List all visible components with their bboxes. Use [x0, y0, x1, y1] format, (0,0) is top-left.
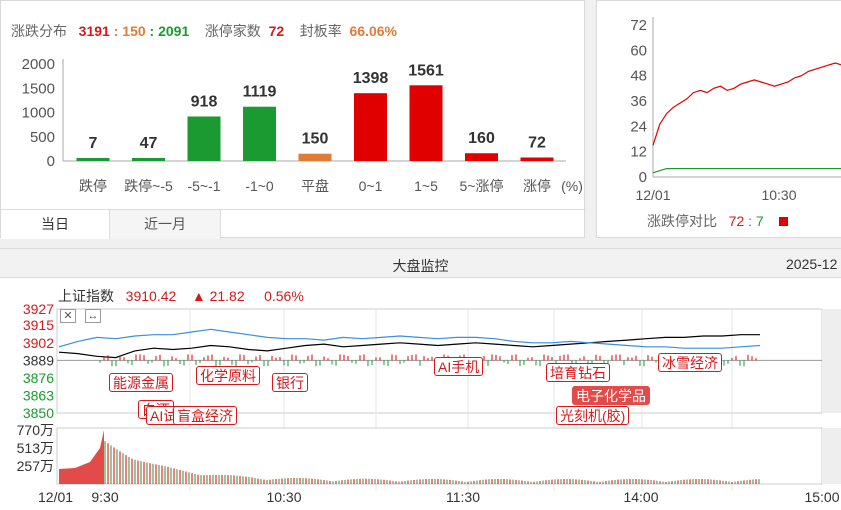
concept-tag[interactable]: 盲盒经济	[173, 406, 237, 425]
bar-value-label: 72	[528, 135, 546, 152]
y-tick-label: 48	[630, 68, 647, 85]
y-tick-label: 513万	[17, 440, 54, 456]
x-tick-label: -5~-1	[187, 178, 220, 194]
x-tick-label: 平盘	[301, 178, 329, 194]
limit-compare-legend: 涨跌停对比 72 : 7	[647, 211, 789, 231]
y-tick-label: 1000	[22, 105, 55, 122]
limit-compare-chart: 72 60 48 36 24 12 012/01 10:30	[630, 17, 841, 203]
concept-tag[interactable]: AI手机	[434, 357, 484, 376]
bar-value-label: 160	[468, 130, 495, 147]
tab-month[interactable]: 近一月	[109, 210, 221, 239]
unit-label: (%)	[561, 178, 583, 194]
x-tick-label: 跌停	[79, 178, 107, 194]
y-tick-label: 72	[630, 17, 647, 34]
concept-tag[interactable]: 银行	[272, 373, 308, 392]
bar	[298, 153, 332, 161]
bar-value-label: 150	[302, 131, 329, 148]
period-tabs: 当日 近一月	[1, 209, 586, 240]
limit-compare-panel: 72 60 48 36 24 12 0 12/01 10:30 涨跌停对比 72 : 7	[596, 0, 841, 238]
bar	[354, 93, 387, 161]
monitor-header: 大盘监控 2025-12	[0, 249, 841, 278]
y-tick-label: 3927	[23, 301, 54, 317]
bar	[409, 85, 443, 161]
x-tick-label: 12/01	[38, 489, 73, 505]
y-tick-label: 2000	[22, 56, 55, 73]
series-line	[652, 62, 841, 146]
bar-value-label: 1119	[243, 84, 277, 101]
x-tick-label: 12/01	[635, 187, 670, 203]
concept-tag[interactable]: 光刻机(胶)	[556, 406, 630, 425]
y-tick-label: 24	[630, 118, 647, 135]
y-tick-label: 60	[630, 42, 647, 59]
bar-value-label: 918	[191, 93, 218, 110]
y-tick-label: 3902	[23, 335, 54, 351]
y-tick-label: 0	[639, 169, 647, 186]
x-tick-label: 10:30	[266, 489, 301, 505]
bar	[76, 158, 110, 161]
y-tick-label: 3889	[23, 352, 54, 368]
bar-value-label: 1561	[408, 62, 444, 79]
bar	[520, 157, 554, 161]
y-tick-label: 0	[47, 153, 55, 170]
tab-today[interactable]: 当日	[1, 210, 109, 239]
bar	[243, 106, 276, 161]
concept-tag[interactable]: 电子化学品	[572, 386, 650, 405]
x-tick-label: 15:00	[804, 489, 839, 505]
concept-tag[interactable]: 冰雪经济	[658, 353, 722, 372]
x-tick-label: 5~涨停	[460, 178, 504, 194]
x-tick-label: 11:30	[446, 489, 480, 505]
monitor-date: 2025-12	[786, 256, 838, 272]
bar	[132, 158, 165, 161]
x-tick-label: 14:00	[623, 489, 658, 505]
concept-tag[interactable]: 能源金属	[109, 373, 173, 392]
y-tick-label: 500	[30, 129, 55, 146]
x-tick-label: 9:30	[91, 489, 118, 505]
separator: :	[748, 213, 753, 229]
intraday-chart: 39273915 39023889 38763863 3850770万 513万 257万…	[17, 301, 841, 505]
y-tick-label: 3863	[23, 387, 54, 403]
volume-frame	[56, 427, 823, 485]
x-tick-label: 10:30	[761, 187, 796, 203]
distribution-panel: 涨跌分布 3191 : 150 : 2091 涨停家数 72 封板率 66.06…	[0, 0, 586, 240]
bar-value-label: 1398	[353, 70, 389, 87]
volume-right-pad	[822, 428, 841, 484]
expand-icon[interactable]: ↔	[85, 309, 101, 323]
close-icon[interactable]: ✕	[60, 309, 76, 323]
distribution-bar-chart: 2000 1500 1000 500 0 7 跌停 47 跌停~-5 918 -5~-1 1119 -1…	[22, 56, 583, 194]
concept-tag[interactable]: 化学原料	[196, 366, 260, 385]
monitor-title: 大盘监控	[392, 258, 449, 274]
x-tick-label: 1~5	[414, 178, 438, 194]
concept-tag[interactable]: 培育钻石	[546, 363, 610, 382]
y-tick-label: 770万	[17, 422, 54, 438]
limit-compare-label: 涨跌停对比	[647, 213, 717, 229]
bar-value-label: 47	[140, 135, 158, 152]
x-tick-label: 跌停~-5	[124, 178, 173, 194]
bar	[187, 116, 221, 161]
y-tick-label: 3915	[23, 317, 54, 333]
bar-value-label: 7	[89, 135, 98, 152]
y-tick-label: 1500	[22, 80, 55, 97]
x-tick-label: -1~0	[245, 178, 274, 194]
y-tick-label: 36	[630, 93, 647, 110]
y-tick-label: 3850	[23, 405, 54, 421]
x-tick-label: 涨停	[523, 178, 551, 194]
x-tick-label: 0~1	[359, 178, 383, 194]
price-right-pad	[822, 309, 841, 413]
limit-down-count: 7	[755, 213, 764, 229]
y-tick-label: 12	[630, 144, 647, 161]
legend-square-icon	[779, 217, 789, 226]
series-line	[652, 168, 841, 174]
limit-up-count: 72	[728, 213, 745, 229]
y-tick-label: 3876	[23, 370, 54, 386]
bar	[465, 153, 498, 161]
y-tick-label: 257万	[17, 458, 54, 474]
